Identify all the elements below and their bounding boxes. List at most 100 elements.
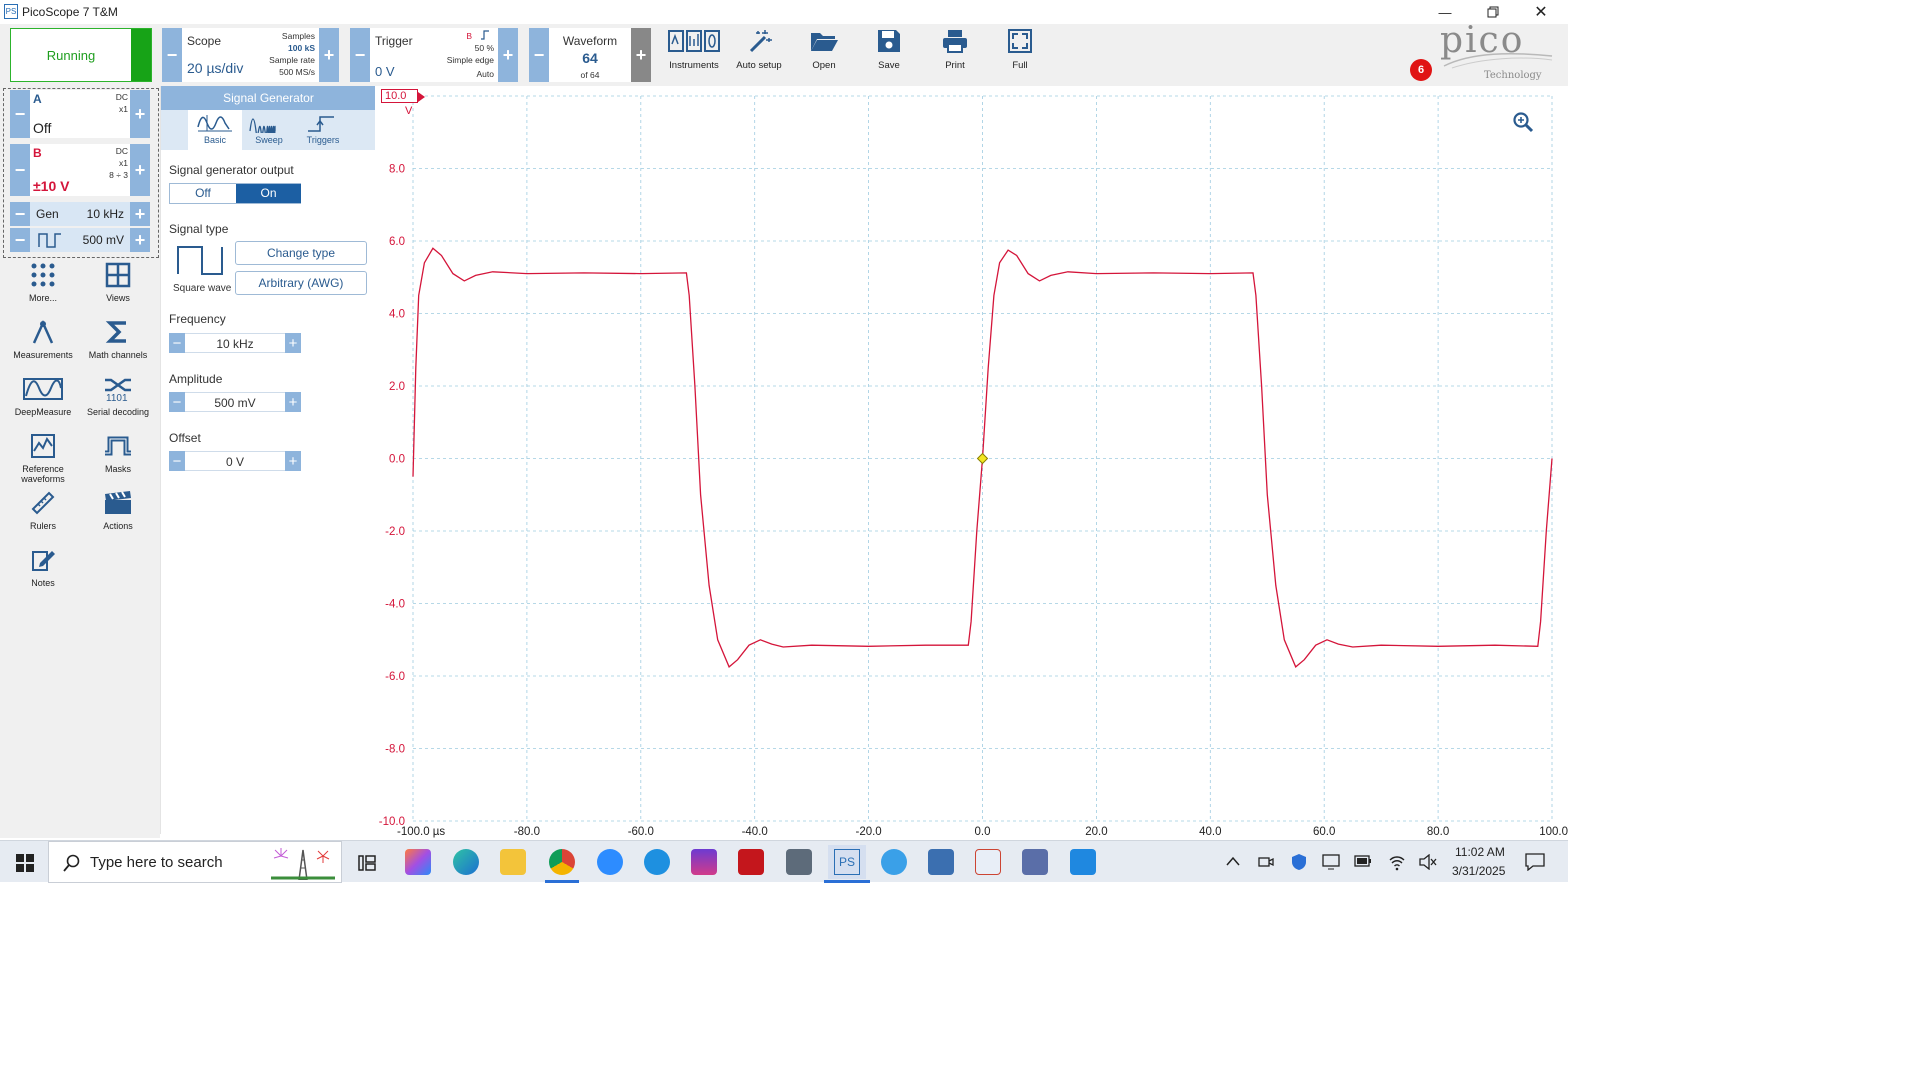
trigger-card[interactable]: Trigger 0 V B 50 % Simple edge Auto — [370, 28, 498, 82]
scope-view[interactable]: 8.0 6.0 4.0 2.0 0.0 -2.0 -4.0 -6.0 -8.0 -10.0 -10… — [375, 86, 1568, 838]
frequency-value[interactable]: 10 kHz — [186, 337, 284, 351]
battery-icon[interactable] — [1354, 855, 1372, 867]
x-tick-label: -100.0 µs — [397, 826, 445, 838]
deepmeasure-button[interactable]: DeepMeasure — [8, 376, 78, 417]
amplitude-decrease-button[interactable]: − — [169, 392, 185, 412]
windows-start-icon[interactable] — [16, 854, 34, 872]
instruments-button[interactable]: Instruments — [664, 28, 724, 71]
search-icon — [63, 854, 80, 872]
views-button[interactable]: Views — [83, 262, 153, 303]
filezilla-icon[interactable] — [738, 849, 764, 875]
siggen-tabs: Basic Sweep Triggers — [161, 110, 376, 150]
store-icon[interactable] — [1070, 849, 1096, 875]
trigger-decrease-button[interactable]: − — [350, 28, 370, 82]
skype-icon[interactable] — [644, 849, 670, 875]
wifi-icon[interactable] — [1388, 853, 1406, 871]
audio-app-icon[interactable] — [691, 849, 717, 875]
more-button[interactable]: More... — [8, 262, 78, 303]
amplitude-value[interactable]: 500 mV — [186, 396, 284, 410]
y-axis-top-badge[interactable]: 10.0 — [381, 89, 425, 103]
gen-amplitude-decrease-button[interactable]: − — [10, 228, 30, 252]
timebase-increase-button[interactable]: + — [319, 28, 339, 82]
notification-badge[interactable]: 6 — [1410, 59, 1432, 81]
picoscope-task-button[interactable]: PS — [828, 845, 866, 879]
clock-time[interactable]: 11:02 AM — [1455, 845, 1505, 859]
waveform-next-button[interactable]: + — [631, 28, 651, 82]
fra4ps-icon[interactable] — [975, 849, 1001, 875]
zoom-icon[interactable] — [1512, 111, 1534, 133]
offset-value[interactable]: 0 V — [186, 455, 284, 469]
run-indicator — [131, 29, 151, 81]
run-stop-button[interactable]: Running — [10, 28, 152, 82]
camera-icon[interactable] — [1258, 854, 1274, 870]
close-button[interactable]: ✕ — [1518, 0, 1564, 24]
tab-sweep[interactable]: Sweep — [242, 110, 296, 150]
scope-card[interactable]: Scope 20 µs/div Samples 100 kS Sample ra… — [182, 28, 319, 82]
copilot-icon[interactable] — [405, 849, 431, 875]
tab-triggers-label: Triggers — [306, 135, 340, 145]
arbitrary-awg-button[interactable]: Arbitrary (AWG) — [235, 271, 367, 295]
speaker-muted-icon[interactable] — [1419, 854, 1437, 870]
notifications-icon[interactable] — [1525, 853, 1545, 871]
channel-a-increase-button[interactable]: + — [130, 90, 150, 138]
serial-decoding-button[interactable]: 1101 Serial decoding — [83, 376, 153, 417]
chevron-up-icon[interactable] — [1226, 856, 1240, 866]
rulers-button[interactable]: Rulers — [8, 490, 78, 531]
full-screen-button[interactable]: Full — [990, 28, 1050, 71]
auto-setup-button[interactable]: Auto setup — [729, 28, 789, 71]
math-channels-button[interactable]: Math channels — [83, 319, 153, 360]
gen-frequency-decrease-button[interactable]: − — [10, 202, 30, 226]
channel-b-decrease-button[interactable]: − — [10, 144, 30, 196]
amplitude-stepper: − 500 mV + — [169, 392, 301, 412]
channel-a-decrease-button[interactable]: − — [10, 90, 30, 138]
waveform-card[interactable]: Waveform 64 of 64 — [549, 28, 631, 82]
task-view-icon[interactable] — [357, 853, 377, 873]
waveform-plot[interactable]: 8.06.04.02.00.0-2.0-4.0-6.0-8.0-10.0 -10… — [375, 86, 1568, 838]
calculator-icon[interactable] — [786, 849, 812, 875]
trigger-increase-button[interactable]: + — [498, 28, 518, 82]
clock-date[interactable]: 3/31/2025 — [1452, 864, 1505, 878]
picoscope-icon: PS — [834, 849, 860, 875]
defender-icon[interactable] — [1290, 853, 1308, 871]
notes-button[interactable]: Notes — [8, 547, 78, 588]
gen-frequency-increase-button[interactable]: + — [130, 202, 150, 226]
taskbar-search-box[interactable]: Type here to search — [48, 841, 342, 883]
file-explorer-icon[interactable] — [500, 849, 526, 875]
edge-browser-icon[interactable] — [453, 849, 479, 875]
print-button[interactable]: Print — [925, 28, 985, 71]
actions-button[interactable]: Actions — [83, 490, 153, 531]
signal-type-name: Square wave — [173, 283, 232, 294]
x-tick-label: -80.0 — [514, 826, 540, 838]
frequency-decrease-button[interactable]: − — [169, 333, 185, 353]
network-app-icon[interactable] — [928, 849, 954, 875]
offset-decrease-button[interactable]: − — [169, 451, 185, 471]
masks-button[interactable]: Masks — [83, 433, 153, 474]
gear-app-icon[interactable] — [881, 849, 907, 875]
channel-b-increase-button[interactable]: + — [130, 144, 150, 196]
chrome-icon[interactable] — [549, 849, 575, 875]
change-type-button[interactable]: Change type — [235, 241, 367, 265]
tab-triggers[interactable]: Triggers — [296, 110, 350, 150]
offset-increase-button[interactable]: + — [285, 451, 301, 471]
measurements-icon — [32, 319, 54, 344]
svg-text:1101: 1101 — [106, 393, 128, 402]
output-on-button[interactable]: On — [236, 184, 301, 203]
remote-desktop-icon[interactable] — [1022, 849, 1048, 875]
amplitude-increase-button[interactable]: + — [285, 392, 301, 412]
gen-amplitude-increase-button[interactable]: + — [130, 228, 150, 252]
tab-sweep-label: Sweep — [255, 135, 283, 145]
output-off-button[interactable]: Off — [170, 184, 236, 203]
display-icon[interactable] — [1322, 854, 1340, 870]
measurements-button[interactable]: Measurements — [8, 319, 78, 360]
channel-b-card[interactable]: B DC x1 8 ÷ 3 ±10 V — [30, 144, 130, 196]
waveform-previous-button[interactable]: − — [529, 28, 549, 82]
trigger-title: Trigger — [375, 34, 413, 48]
save-button[interactable]: Save — [859, 28, 919, 71]
zoom-app-icon[interactable] — [597, 849, 623, 875]
timebase-decrease-button[interactable]: − — [162, 28, 182, 82]
reference-waveforms-button[interactable]: Reference waveforms — [8, 433, 78, 484]
tab-basic[interactable]: Basic — [188, 110, 242, 150]
open-button[interactable]: Open — [794, 28, 854, 71]
channel-a-card[interactable]: A DC x1 Off — [30, 90, 130, 138]
frequency-increase-button[interactable]: + — [285, 333, 301, 353]
